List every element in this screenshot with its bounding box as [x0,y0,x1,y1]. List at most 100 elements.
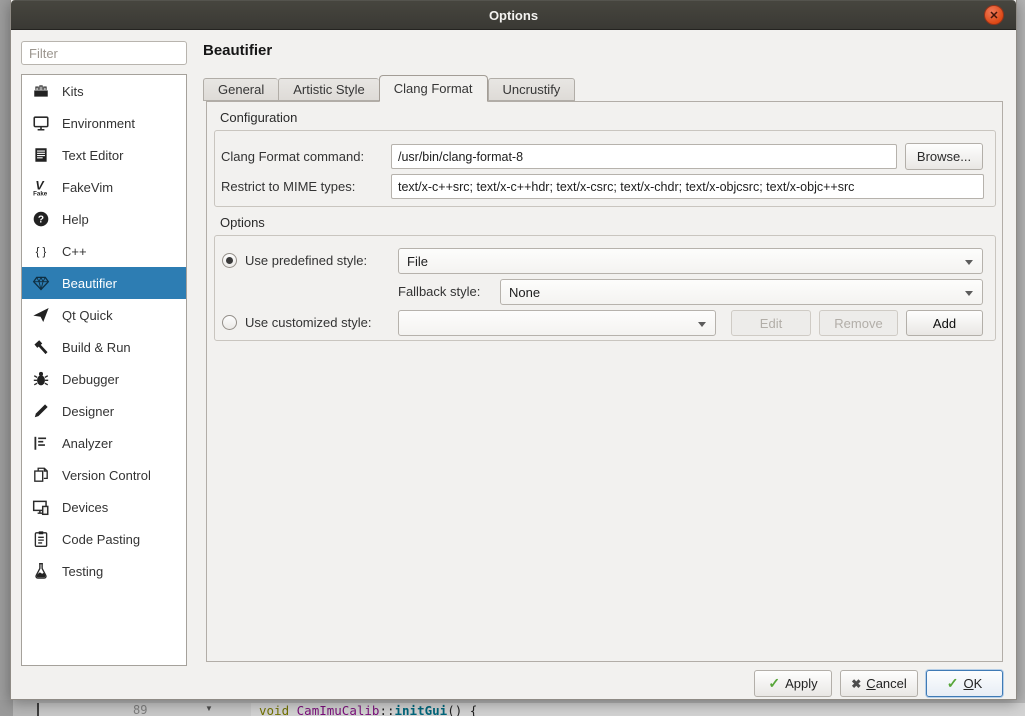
environment-icon [32,114,50,132]
sidebar-item-label: C++ [62,244,87,259]
sidebar-item-version-control[interactable]: Version Control [22,459,186,491]
sidebar-item-c[interactable]: { } C++ [22,235,186,267]
apply-button[interactable]: ✓ Apply [754,670,832,697]
line-number: 89 [133,703,147,716]
tab-bar: GeneralArtistic StyleClang FormatUncrust… [203,74,575,101]
sidebar-item-devices[interactable]: Devices [22,491,186,523]
background-right-strip [1017,0,1025,716]
sidebar-item-debugger[interactable]: Debugger [22,363,186,395]
version-control-icon [32,466,50,484]
tab-artistic-style[interactable]: Artistic Style [278,78,379,101]
filter-input[interactable] [21,41,187,65]
fakevim-icon: VFake [32,178,50,196]
sidebar-item-label: Analyzer [62,436,113,451]
titlebar[interactable]: Options ✕ [11,0,1016,30]
cancel-button-label: Cancel [866,676,906,691]
sidebar-item-label: Qt Quick [62,308,113,323]
build-run-icon [32,338,50,356]
sidebar-item-label: Debugger [62,372,119,387]
predefined-style-value: File [407,254,428,269]
mime-label: Restrict to MIME types: [221,174,355,199]
sidebar-item-label: Devices [62,500,108,515]
mime-input[interactable] [391,174,984,199]
cancel-button[interactable]: ✖ Cancel [840,670,918,697]
sidebar-list: Kits Environment Text Editor VFake FakeVim? H… [21,74,187,666]
editor-gutter: 89 ▼ void CamImuCalib::initGui() { [39,703,1025,716]
sidebar-item-label: Testing [62,564,103,579]
sidebar-item-kits[interactable]: Kits [22,75,186,107]
sidebar-item-label: Help [62,212,89,227]
predefined-style-combobox[interactable]: File [398,248,983,274]
command-label: Clang Format command: [221,144,364,169]
sidebar-item-label: FakeVim [62,180,113,195]
options-dialog: Options ✕ Kits Environment Text Editor VFak… [10,0,1017,700]
clang-format-pane: Configuration Clang Format command: Brow… [206,101,1003,662]
editor-border-line [37,703,39,716]
tab-general[interactable]: General [203,78,278,101]
customized-style-combobox[interactable] [398,310,716,336]
edit-button[interactable]: Edit [731,310,811,336]
ok-check-icon: ✓ [947,675,959,692]
fallback-style-label: Fallback style: [398,279,480,304]
svg-text:{ }: { } [36,246,47,258]
kits-icon [32,82,50,100]
sidebar-item-label: Designer [62,404,114,419]
background-left-strip [0,0,10,716]
sidebar-item-label: Kits [62,84,84,99]
apply-check-icon: ✓ [768,675,780,692]
sidebar-item-analyzer[interactable]: Analyzer [22,427,186,459]
customized-style-radio[interactable] [222,315,237,330]
testing-icon [32,562,50,580]
code-pasting-icon [32,530,50,548]
customized-style-label: Use customized style: [245,310,371,335]
svg-text:Fake: Fake [33,190,48,196]
sidebar-item-code-pasting[interactable]: Code Pasting [22,523,186,555]
sidebar-item-label: Version Control [62,468,151,483]
help-icon: ? [32,210,50,228]
close-icon[interactable]: ✕ [984,5,1004,25]
sidebar-item-beautifier[interactable]: Beautifier [22,267,186,299]
apply-button-label: Apply [785,676,818,691]
sidebar-item-help[interactable]: ? Help [22,203,186,235]
background-code-editor: 89 ▼ void CamImuCalib::initGui() { [0,700,1025,716]
cpp-icon: { } [32,242,50,260]
ok-button-label: OK [963,676,982,691]
remove-button[interactable]: Remove [819,310,898,336]
window-title: Options [11,0,1016,30]
sidebar-item-label: Environment [62,116,135,131]
sidebar-item-label: Code Pasting [62,532,140,547]
page-title: Beautifier [203,42,272,59]
sidebar-item-environment[interactable]: Environment [22,107,186,139]
fold-marker-icon: ▼ [205,704,213,713]
designer-icon [32,402,50,420]
command-input[interactable] [391,144,897,169]
debugger-icon [32,370,50,388]
screen: 89 ▼ void CamImuCalib::initGui() { Optio… [0,0,1025,716]
dialog-body: Kits Environment Text Editor VFake FakeVim? H… [11,30,1016,699]
code-line: void CamImuCalib::initGui() { [259,703,477,716]
predefined-style-label: Use predefined style: [245,248,367,273]
ok-button[interactable]: ✓ OK [926,670,1003,697]
svg-text:?: ? [38,215,44,226]
sidebar-item-testing[interactable]: Testing [22,555,186,587]
tab-clang-format[interactable]: Clang Format [379,75,488,102]
sidebar-item-label: Text Editor [62,148,123,163]
sidebar-item-fakevim[interactable]: VFake FakeVim [22,171,186,203]
options-group-label: Options [220,215,265,230]
tab-uncrustify[interactable]: Uncrustify [488,78,576,101]
add-button[interactable]: Add [906,310,983,336]
sidebar-item-build-run[interactable]: Build & Run [22,331,186,363]
sidebar-item-text-editor[interactable]: Text Editor [22,139,186,171]
devices-icon [32,498,50,516]
options-group-box: Use predefined style: File Fallback styl… [214,235,996,341]
browse-button[interactable]: Browse... [905,143,983,170]
fallback-style-combobox[interactable]: None [500,279,983,305]
sidebar-item-designer[interactable]: Designer [22,395,186,427]
predefined-style-radio[interactable] [222,253,237,268]
sidebar-item-label: Beautifier [62,276,117,291]
cancel-cross-icon: ✖ [851,677,861,691]
sidebar-item-qt-quick[interactable]: Qt Quick [22,299,186,331]
configuration-group-box: Clang Format command: Browse... Restrict… [214,130,996,207]
sidebar-item-label: Build & Run [62,340,131,355]
text-editor-icon [32,146,50,164]
